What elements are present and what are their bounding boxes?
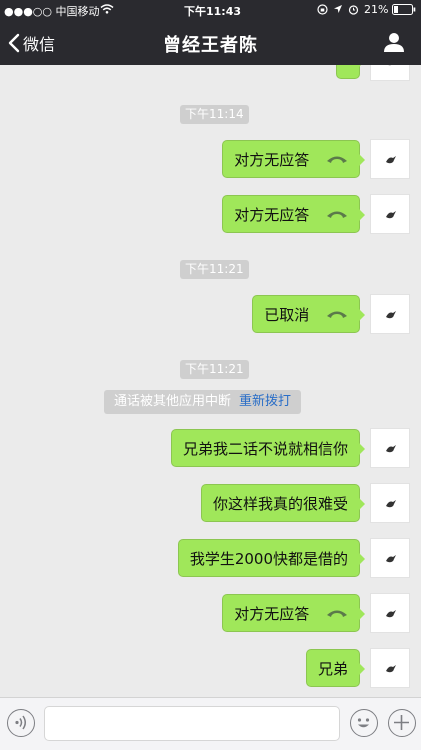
avatar[interactable] xyxy=(370,65,410,81)
more-button[interactable] xyxy=(388,709,416,737)
voice-icon xyxy=(15,715,26,730)
avatar[interactable] xyxy=(370,294,410,334)
location-icon xyxy=(333,4,343,17)
call-interrupted-notice: 通话被其他应用中断 重新拨打 xyxy=(104,390,302,414)
emoji-button[interactable] xyxy=(350,709,378,737)
chat-area[interactable]: 下午11:14 对方无应答 对方无应答 下午11:21 已取消 下午11:21 … xyxy=(0,65,421,697)
voice-button[interactable] xyxy=(7,709,35,737)
phone-handset-icon xyxy=(327,311,347,318)
battery-icon xyxy=(392,4,416,18)
wifi-icon xyxy=(100,4,114,17)
battery-percent: 21% xyxy=(364,3,389,16)
avatar-bird-icon xyxy=(386,610,396,618)
timestamp: 下午11:14 xyxy=(180,105,249,124)
timestamp: 下午11:21 xyxy=(180,260,249,279)
emoji-icon xyxy=(357,718,370,728)
timestamp: 下午11:21 xyxy=(180,360,249,379)
message-text: 对方无应答 xyxy=(234,605,310,623)
message-bubble[interactable]: 对方无应答 xyxy=(222,195,365,233)
avatar-bird-icon xyxy=(388,65,392,66)
message-text: 对方无应答 xyxy=(234,206,310,224)
avatar-bird-icon xyxy=(386,555,396,563)
message-text: 已取消 xyxy=(264,306,310,324)
message-bubble[interactable]: 我学生2000快都是借的 xyxy=(177,539,366,577)
message-text: 兄弟我二话不说就相信你 xyxy=(182,440,348,458)
input-toolbar xyxy=(0,697,421,750)
message-bubble-partial xyxy=(336,65,365,79)
message-bubble[interactable]: 你这样我真的很难受 xyxy=(200,484,366,522)
message-bubble[interactable]: 兄弟我二话不说就相信你 xyxy=(170,429,366,467)
alarm-icon xyxy=(348,4,359,18)
contact-info-button[interactable] xyxy=(383,31,405,53)
avatar-bird-icon xyxy=(386,445,396,453)
message-text: 兄弟 xyxy=(317,660,348,678)
redial-link[interactable]: 重新拨打 xyxy=(239,394,291,409)
avatar[interactable] xyxy=(370,139,410,179)
rotation-lock-icon xyxy=(317,4,328,18)
avatar[interactable] xyxy=(370,194,410,234)
avatar[interactable] xyxy=(370,483,410,523)
avatar-bird-icon xyxy=(386,211,396,219)
message-bubble[interactable]: 已取消 xyxy=(252,295,365,333)
avatar[interactable] xyxy=(370,593,410,633)
avatar[interactable] xyxy=(370,428,410,468)
chat-title: 曾经王者陈 xyxy=(163,35,258,56)
message-text: 对方无应答 xyxy=(234,151,310,169)
message-bubble[interactable]: 兄弟 xyxy=(305,649,366,687)
avatar[interactable] xyxy=(370,538,410,578)
avatar-bird-icon xyxy=(386,156,396,164)
message-text: 我学生2000快都是借的 xyxy=(189,550,348,568)
notice-text: 通话被其他应用中断 xyxy=(114,394,232,409)
person-icon xyxy=(384,33,404,52)
nav-bar: 微信 曾经王者陈 xyxy=(0,20,421,65)
avatar-bird-icon xyxy=(386,500,396,508)
message-bubble[interactable]: 对方无应答 xyxy=(222,140,365,178)
status-bar: ●●●○○ 中国移动 下午11:43 21% xyxy=(0,0,421,20)
status-time: 下午11:43 xyxy=(184,5,242,18)
plus-icon xyxy=(394,715,409,730)
avatar-bird-icon xyxy=(386,665,396,673)
phone-handset-icon xyxy=(327,156,347,163)
avatar-bird-icon xyxy=(386,311,396,319)
message-bubble[interactable]: 对方无应答 xyxy=(222,594,365,632)
phone-handset-icon xyxy=(327,211,347,218)
message-input[interactable] xyxy=(44,706,340,741)
phone-handset-icon xyxy=(327,610,347,617)
avatar[interactable] xyxy=(370,648,410,688)
carrier-signal: ●●●○○ 中国移动 xyxy=(4,5,100,18)
message-text: 你这样我真的很难受 xyxy=(212,495,348,513)
